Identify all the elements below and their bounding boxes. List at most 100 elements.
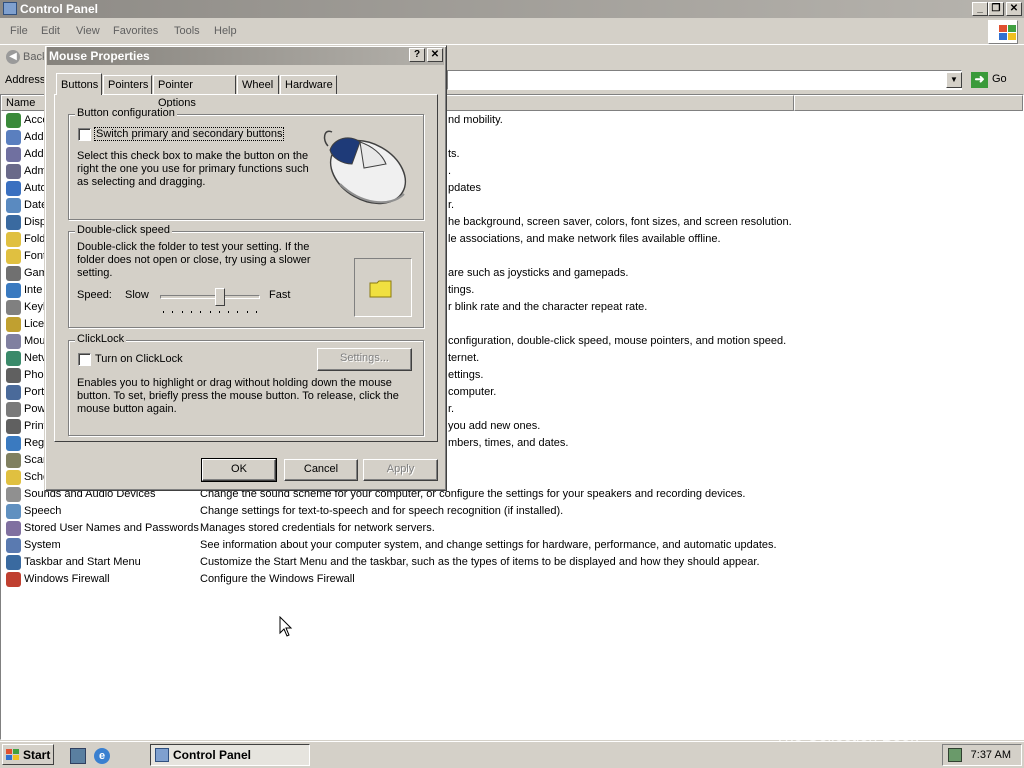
menu-edit[interactable]: Edit [41,25,60,37]
printers-icon [6,419,21,434]
apply-button[interactable]: Apply [363,459,438,481]
list-item[interactable]: Windows Firewall Configure the Windows Fi… [1,571,1001,588]
speed-slider-thumb[interactable] [215,288,225,306]
slider-tick [181,311,183,313]
back-arrow-icon[interactable]: ◀ [6,50,20,64]
description-line: button. To set, briefly press the mouse … [77,390,399,402]
clicklock-label[interactable]: Turn on ClickLock [95,353,183,365]
close-window-button[interactable]: ✕ [1006,2,1022,16]
item-description: . [448,165,452,177]
list-item[interactable]: Stored User Names and Passwords Manages s… [1,520,1001,537]
tab-label: Buttons [61,79,99,91]
address-dropdown-button[interactable]: ▼ [946,72,962,88]
slider-tick [228,311,230,313]
system-icon [6,538,21,553]
mouse-cursor-icon [279,616,293,637]
speed-slider-ticks [163,311,259,314]
description-line: folder does not open or close, try using… [77,254,311,266]
button-configuration-legend: Button configuration [75,107,177,119]
power-options-icon [6,402,21,417]
quicklaunch-ie-icon[interactable]: e [94,748,110,764]
start-button[interactable]: Start [2,744,54,765]
item-description: Customize the Start Menu and the taskbar… [200,556,760,568]
column-header-empty[interactable] [794,95,1023,111]
window-title: Control Panel [20,2,99,16]
list-item[interactable]: Speech Change settings for text-to-speech… [1,503,1001,520]
add-hardware-icon [6,130,21,145]
menu-help[interactable]: Help [214,25,237,37]
restore-button[interactable]: ❐ [988,2,1004,16]
menu-bar: File Edit View Favorites Tools Help [0,22,1024,42]
tab-pointers[interactable]: Pointers [103,75,152,95]
dialog-close-button[interactable]: ✕ [427,48,443,62]
minimize-button[interactable]: _ [972,2,988,16]
window-titlebar[interactable]: Control Panel _ ❐ ✕ [0,0,1024,18]
tab-wheel[interactable]: Wheel [237,75,279,95]
item-name: Disp [24,216,47,228]
menu-tools[interactable]: Tools [174,25,200,37]
description-line: Enables you to highlight or drag without… [77,377,392,389]
taskbar-control-panel-button[interactable]: Control Panel [150,744,310,766]
cancel-button[interactable]: Cancel [284,459,358,481]
folder-options-icon [6,232,21,247]
speech-icon [6,504,21,519]
menu-favorites[interactable]: Favorites [113,25,158,37]
slider-tick [237,311,239,313]
item-description: pdates [448,182,482,194]
clock[interactable]: 7:37 AM [971,749,1011,761]
speed-label: Speed: [77,289,112,301]
taskbar-task-label: Control Panel [173,748,252,762]
item-description: See information about your computer syst… [200,539,777,551]
network-icon [6,351,21,366]
item-description: Change settings for text-to-speech and f… [200,505,564,517]
dialog-titlebar[interactable]: Mouse Properties ? ✕ [47,47,444,65]
folder-icon [369,280,392,298]
dialog-help-button[interactable]: ? [409,48,425,62]
menu-file[interactable]: File [10,25,28,37]
list-item[interactable]: System See information about your compute… [1,537,1001,554]
control-panel-icon [155,748,169,762]
slider-tick [172,311,174,313]
tab-label: Hardware [285,79,333,91]
internet-options-icon [6,283,21,298]
network-tray-icon[interactable] [948,748,962,762]
tab-hardware[interactable]: Hardware [280,75,337,95]
list-item[interactable]: Taskbar and Start Menu Customize the Star… [1,554,1001,571]
double-click-speed-legend: Double-click speed [75,224,172,236]
slider-tick [190,311,192,313]
test-folder-area[interactable] [354,258,412,317]
item-name: Stored User Names and Passwords [24,522,199,534]
clicklock-settings-button[interactable]: Settings... [317,348,412,371]
slider-tick [200,311,202,313]
scanners-icon [6,453,21,468]
item-description: computer. [448,386,497,398]
item-description: Manages stored credentials for network s… [200,522,435,534]
display-icon [6,215,21,230]
clicklock-checkbox[interactable] [78,353,91,366]
go-button[interactable]: ➜ Go [968,71,1020,90]
item-name: Add [24,131,44,143]
item-description: he background, screen saver, colors, fon… [448,216,792,228]
windows-logo-icon [988,20,1018,44]
tab-buttons[interactable]: Buttons [56,73,102,95]
ok-button[interactable]: OK [201,458,277,482]
speed-slider-track[interactable] [160,295,260,299]
firewall-icon [6,572,21,587]
description-line: Select this check box to make the button… [77,150,309,162]
switch-buttons-checkbox[interactable] [78,128,91,141]
address-input[interactable] [447,70,962,90]
item-description: r. [448,199,455,211]
quicklaunch-desktop-icon[interactable] [70,748,86,764]
sounds-icon [6,487,21,502]
item-description: ternet. [448,352,480,364]
switch-buttons-label[interactable]: Switch primary and secondary buttons [94,127,285,141]
menu-view[interactable]: View [76,25,100,37]
slider-tick [256,311,257,313]
tab-pointer-options[interactable]: Pointer Options [153,75,236,109]
item-description: le associations, and make network files … [448,233,721,245]
tab-label: Wheel [242,79,274,91]
item-description: are such as joysticks and gamepads. [448,267,629,279]
system-tray: 7:37 AM [942,744,1022,766]
description-line: mouse button again. [77,403,177,415]
description-line: Double-click the folder to test your set… [77,241,310,253]
